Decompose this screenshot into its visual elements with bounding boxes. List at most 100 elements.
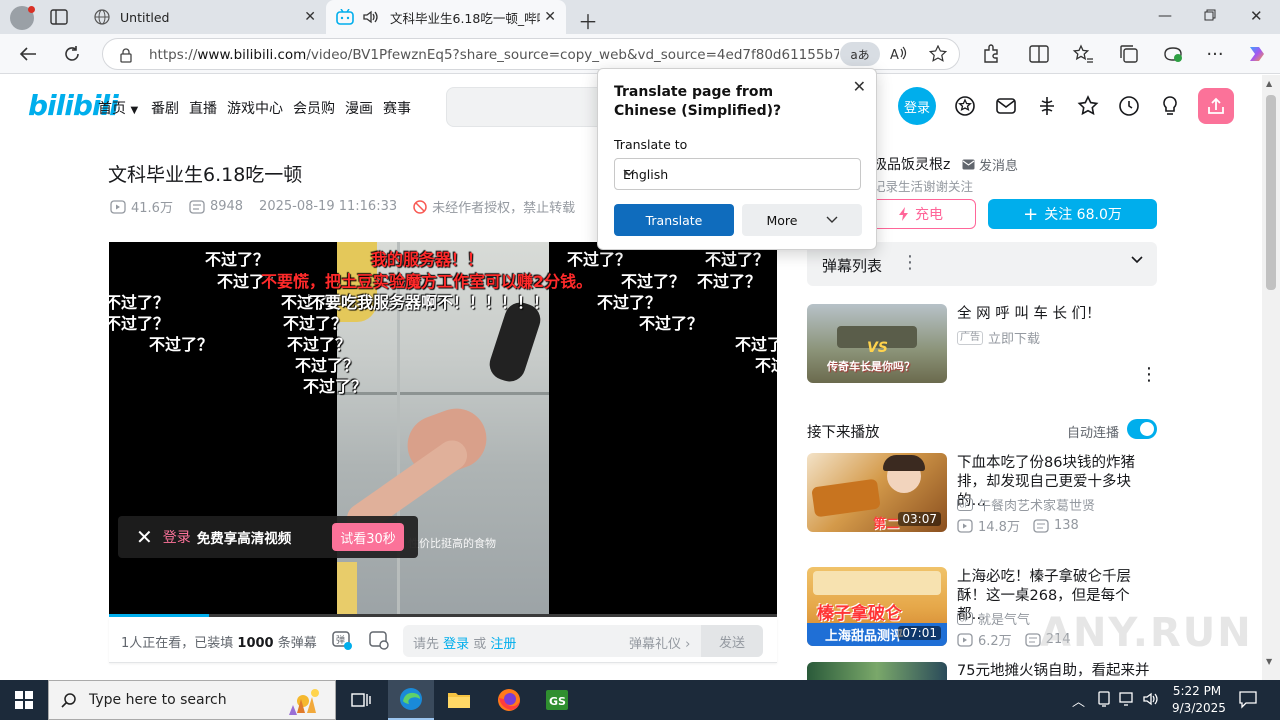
network-device-icon[interactable]	[1096, 690, 1112, 708]
play-count-icon	[957, 518, 973, 533]
new-tab-button[interactable]: ＋	[578, 6, 598, 35]
video-title: 文科毕业生6.18吃一顿	[108, 164, 303, 186]
split-screen-icon[interactable]	[1028, 43, 1050, 65]
copilot-icon[interactable]	[1246, 43, 1268, 65]
start-button[interactable]	[0, 680, 48, 720]
login-avatar-button[interactable]: 登录	[898, 87, 936, 125]
send-message-link[interactable]: 发消息	[962, 155, 1018, 174]
task-view-icon[interactable]	[338, 680, 384, 720]
recommendation-thumbnail[interactable]	[807, 662, 947, 680]
charge-button[interactable]: 充电	[866, 199, 976, 229]
close-tab-icon[interactable]: ✕	[544, 9, 556, 25]
browser-essentials-icon[interactable]	[1162, 43, 1184, 65]
taskbar-clock[interactable]: 5:22 PM 9/3/2025	[1172, 683, 1226, 717]
nav-live[interactable]: 直播	[189, 98, 217, 118]
publish-date: 2025-08-19 11:16:33	[259, 199, 398, 214]
tab-actions-icon[interactable]	[50, 9, 68, 25]
danmaku-input[interactable]: 请先 登录 或 注册 弹幕礼仪 › 发送	[403, 625, 763, 657]
recommendation-thumbnail[interactable]: 第二 03:07	[807, 453, 947, 532]
danmaku-login-link[interactable]: 登录	[443, 637, 469, 652]
search-input[interactable]	[446, 87, 616, 127]
volume-icon[interactable]	[1142, 690, 1160, 708]
scroll-down-arrow[interactable]: ▼	[1266, 657, 1272, 666]
close-icon[interactable]: ✕	[853, 77, 866, 96]
search-highlight-icon	[279, 685, 329, 717]
watermark: ANY.RUN	[1040, 610, 1253, 656]
dynamic-icon[interactable]	[1036, 95, 1058, 117]
nav-home[interactable]: 首页 ▼	[98, 98, 138, 118]
recommendation-title[interactable]: 75元地摊火锅自助，看起来并	[957, 662, 1157, 680]
history-clock-icon[interactable]	[1118, 95, 1140, 117]
send-danmaku-button[interactable]: 发送	[701, 625, 763, 657]
ad-cta[interactable]: 立即下载	[988, 328, 1040, 347]
lock-icon[interactable]	[119, 47, 133, 63]
restore-button[interactable]	[1204, 9, 1216, 21]
tab-untitled[interactable]: Untitled ✕	[84, 0, 326, 34]
danmaku-etiquette-link[interactable]: 弹幕礼仪 ›	[629, 633, 690, 652]
creative-center-bulb-icon[interactable]	[1159, 95, 1181, 117]
favorites-icon[interactable]	[1072, 43, 1094, 65]
danmaku-settings-icon[interactable]	[368, 629, 390, 651]
minimize-button[interactable]: —	[1158, 8, 1172, 24]
follow-button[interactable]: + 关注 68.0万	[988, 199, 1157, 229]
more-menu-icon[interactable]: ···	[1204, 43, 1226, 65]
message-icon[interactable]	[995, 95, 1017, 117]
speaker-icon[interactable]	[362, 9, 380, 25]
trial-30s-button[interactable]: 试看30秒	[332, 523, 404, 551]
recommendation-author[interactable]: UP 就是气气	[957, 609, 1030, 628]
danmaku-register-link[interactable]: 注册	[490, 637, 516, 652]
scroll-thumb[interactable]	[1266, 95, 1276, 290]
edge-taskbar-icon[interactable]	[388, 680, 434, 720]
nav-manga[interactable]: 漫画	[345, 98, 373, 118]
more-vertical-icon[interactable]: ⋮	[901, 252, 919, 273]
close-tab-icon[interactable]: ✕	[304, 9, 316, 25]
profile-avatar[interactable]	[10, 6, 35, 30]
notification-center-icon[interactable]	[1238, 689, 1258, 709]
collections-icon[interactable]	[1118, 43, 1140, 65]
page-scrollbar[interactable]: ▲ ▼	[1262, 75, 1280, 680]
show-hidden-icons-chevron[interactable]: ︿	[1072, 691, 1085, 710]
favorite-star-icon[interactable]	[929, 45, 947, 63]
recommendation-author[interactable]: UP 午餐肉艺术家葛世贤	[957, 495, 1095, 514]
autoplay-toggle[interactable]	[1127, 419, 1157, 439]
more-options-button[interactable]: More	[742, 204, 862, 236]
close-icon[interactable]: ✕	[136, 525, 153, 549]
recommendation-thumbnail[interactable]: 榛子拿破仑 上海甜品测评 07:01	[807, 567, 947, 646]
windows-logo-icon	[15, 691, 33, 709]
nav-esports[interactable]: 赛事	[383, 98, 411, 118]
upload-button[interactable]	[1198, 88, 1234, 124]
danmaku-toggle-icon[interactable]: 弹	[331, 629, 353, 651]
file-explorer-icon[interactable]	[436, 680, 482, 720]
nav-mall[interactable]: 会员购	[293, 98, 335, 118]
greenshot-icon[interactable]: GS	[534, 680, 580, 720]
uploader-name[interactable]: 极品饭灵根z	[873, 154, 950, 174]
extensions-icon[interactable]	[980, 43, 1002, 65]
translate-button[interactable]: Translate	[614, 204, 734, 236]
favorites-star-icon[interactable]	[1077, 95, 1099, 117]
firefox-icon[interactable]	[486, 680, 532, 720]
back-button[interactable]	[16, 42, 40, 66]
login-link[interactable]: 登录	[163, 527, 191, 547]
more-vertical-icon[interactable]: ⋮	[1140, 364, 1158, 385]
danmaku-count-icon	[1025, 632, 1041, 647]
video-player[interactable]: 不过了？ 不过了？ 不过了？ 不过了？ 不过了？ 不过了？ 不过了？ 不过了？ …	[109, 242, 777, 617]
refresh-button[interactable]	[60, 42, 84, 66]
vip-icon[interactable]	[954, 95, 976, 117]
read-aloud-icon[interactable]: A	[889, 45, 909, 63]
url-text[interactable]: https://www.bilibili.com/video/BV1Pfewzn…	[149, 47, 839, 63]
nav-game-center[interactable]: 游戏中心	[227, 98, 283, 118]
tab-bilibili[interactable]: 文科毕业生6.18吃一顿_哔哩 ✕	[326, 0, 566, 34]
search-icon	[61, 692, 77, 708]
url-box[interactable]: https://www.bilibili.com/video/BV1Pfewzn…	[102, 38, 960, 70]
ad-thumbnail[interactable]: VS 传奇车长是你吗？	[807, 304, 947, 383]
scroll-up-arrow[interactable]: ▲	[1266, 79, 1272, 88]
close-window-button[interactable]: ✕	[1250, 7, 1263, 25]
ad-title[interactable]: 全 网 呼 叫 车 长 们！	[957, 305, 1157, 324]
network-icon[interactable]	[1118, 690, 1136, 708]
nav-anime[interactable]: 番剧	[151, 98, 179, 118]
translate-popup-title: Translate page from Chinese (Simplified)…	[614, 84, 782, 119]
language-select[interactable]: English	[614, 158, 861, 190]
taskbar-search-box[interactable]: Type here to search	[48, 680, 336, 720]
translate-icon[interactable]: aあ	[840, 42, 880, 66]
chevron-down-icon[interactable]	[1131, 256, 1143, 264]
